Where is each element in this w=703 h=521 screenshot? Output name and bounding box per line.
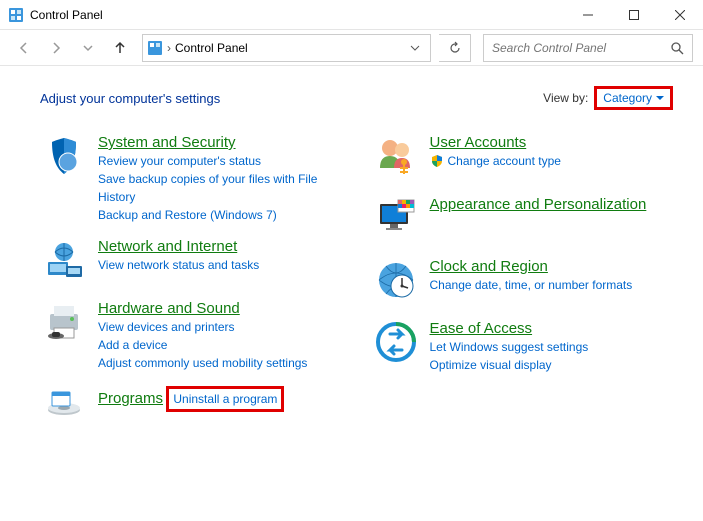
address-bar[interactable]: › Control Panel xyxy=(142,34,431,62)
content-header: Adjust your computer's settings View by:… xyxy=(40,86,673,110)
category-title-hardware[interactable]: Hardware and Sound xyxy=(98,300,240,317)
address-dropdown-button[interactable] xyxy=(404,43,426,53)
recent-locations-button[interactable] xyxy=(74,34,102,62)
minimize-button[interactable] xyxy=(565,0,611,30)
link-change-date-formats[interactable]: Change date, time, or number formats xyxy=(430,276,674,294)
link-network-status[interactable]: View network status and tasks xyxy=(98,256,342,274)
chevron-down-icon xyxy=(656,94,664,102)
highlight-uninstall: Uninstall a program xyxy=(166,386,284,412)
link-uninstall-program[interactable]: Uninstall a program xyxy=(173,390,277,408)
link-change-account-type[interactable]: Change account type xyxy=(448,152,561,170)
link-mobility-settings[interactable]: Adjust commonly used mobility settings xyxy=(98,354,342,372)
category-title-programs[interactable]: Programs xyxy=(98,390,163,407)
category-user-accounts: User Accounts Change account type xyxy=(372,134,674,182)
up-button[interactable] xyxy=(106,34,134,62)
category-system-security: System and Security Review your computer… xyxy=(40,134,342,224)
uac-shield-icon xyxy=(430,154,444,168)
view-by-label: View by: xyxy=(543,91,588,105)
users-icon xyxy=(372,134,420,182)
link-suggest-settings[interactable]: Let Windows suggest settings xyxy=(430,338,674,356)
category-title-appearance[interactable]: Appearance and Personalization xyxy=(430,196,647,213)
category-title-clock[interactable]: Clock and Region xyxy=(430,258,548,275)
content-area: Adjust your computer's settings View by:… xyxy=(0,66,703,468)
category-appearance: Appearance and Personalization xyxy=(372,196,674,244)
link-review-status[interactable]: Review your computer's status xyxy=(98,152,342,170)
ease-of-access-icon xyxy=(372,320,420,368)
view-by-control: View by: Category xyxy=(543,86,673,110)
link-add-device[interactable]: Add a device xyxy=(98,336,342,354)
link-file-history[interactable]: Save backup copies of your files with Fi… xyxy=(98,170,342,206)
appearance-icon xyxy=(372,196,420,244)
page-title: Adjust your computer's settings xyxy=(40,91,220,106)
view-by-value: Category xyxy=(603,91,652,105)
network-icon xyxy=(40,238,88,286)
category-title-system-security[interactable]: System and Security xyxy=(98,134,236,151)
chevron-right-icon[interactable]: › xyxy=(167,41,171,55)
search-box[interactable] xyxy=(483,34,693,62)
forward-button[interactable] xyxy=(42,34,70,62)
control-panel-crumb-icon xyxy=(147,40,163,56)
link-devices-printers[interactable]: View devices and printers xyxy=(98,318,342,336)
printer-icon xyxy=(40,300,88,348)
category-title-ease-of-access[interactable]: Ease of Access xyxy=(430,320,533,337)
nav-bar: › Control Panel xyxy=(0,30,703,66)
close-button[interactable] xyxy=(657,0,703,30)
refresh-button[interactable] xyxy=(439,34,471,62)
maximize-button[interactable] xyxy=(611,0,657,30)
link-optimize-display[interactable]: Optimize visual display xyxy=(430,356,674,374)
programs-icon xyxy=(40,386,88,434)
back-button[interactable] xyxy=(10,34,38,62)
category-title-user-accounts[interactable]: User Accounts xyxy=(430,134,527,151)
category-network: Network and Internet View network status… xyxy=(40,238,342,286)
clock-icon xyxy=(372,258,420,306)
control-panel-icon xyxy=(8,7,24,23)
category-hardware: Hardware and Sound View devices and prin… xyxy=(40,300,342,372)
category-ease-of-access: Ease of Access Let Windows suggest setti… xyxy=(372,320,674,374)
left-column: System and Security Review your computer… xyxy=(40,134,342,448)
category-clock: Clock and Region Change date, time, or n… xyxy=(372,258,674,306)
search-input[interactable] xyxy=(492,41,670,55)
breadcrumb[interactable]: Control Panel xyxy=(175,41,248,55)
view-by-selector[interactable]: Category xyxy=(594,86,673,110)
title-bar: Control Panel xyxy=(0,0,703,30)
window-title: Control Panel xyxy=(30,8,103,22)
search-icon[interactable] xyxy=(670,41,684,55)
link-backup-restore[interactable]: Backup and Restore (Windows 7) xyxy=(98,206,342,224)
window-controls xyxy=(565,0,703,30)
shield-icon xyxy=(40,134,88,182)
right-column: User Accounts Change account type Appear… xyxy=(372,134,674,448)
category-title-network[interactable]: Network and Internet xyxy=(98,238,237,255)
category-programs: Programs Uninstall a program xyxy=(40,386,342,434)
category-columns: System and Security Review your computer… xyxy=(40,134,673,448)
